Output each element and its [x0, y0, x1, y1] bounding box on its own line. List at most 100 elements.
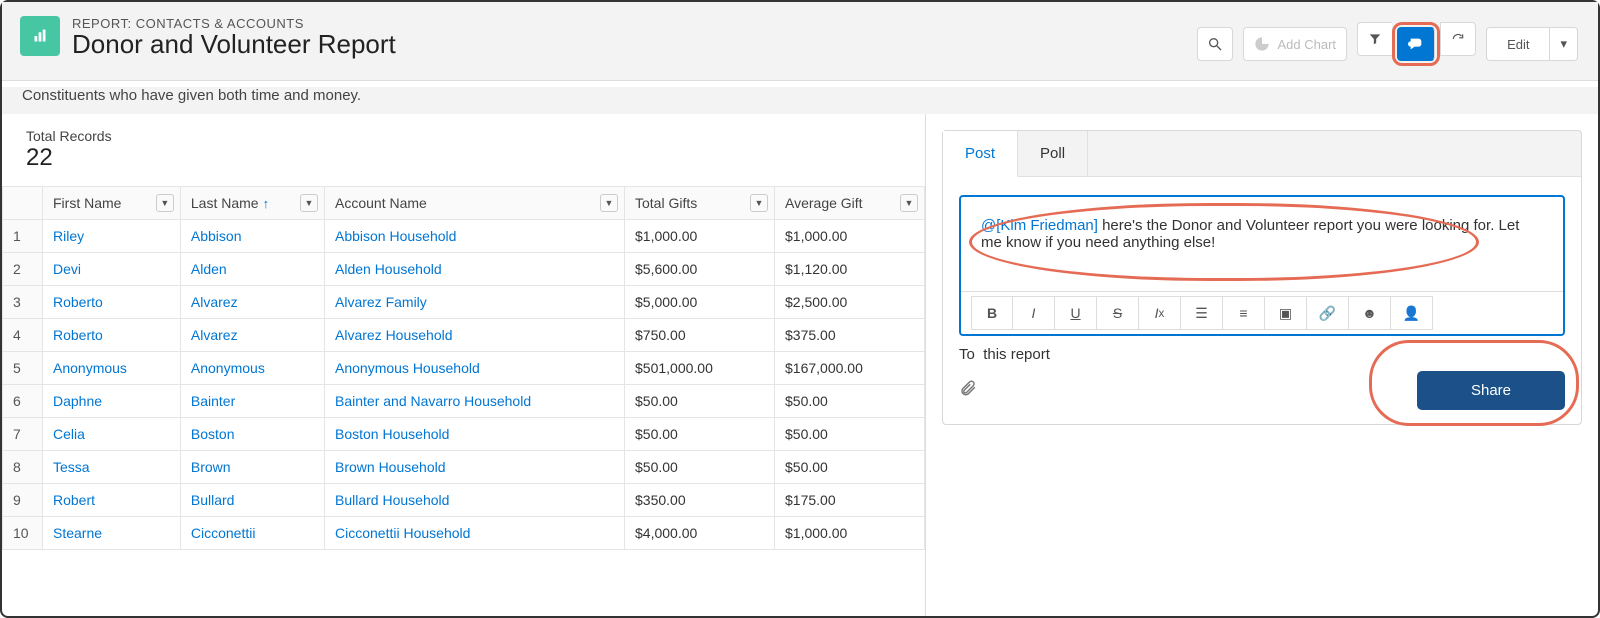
- last-name-cell[interactable]: Abbison: [180, 220, 324, 253]
- number-list-button[interactable]: ≡: [1223, 296, 1265, 330]
- chevron-down-icon[interactable]: ▼: [156, 194, 174, 212]
- first-name-cell[interactable]: Robert: [43, 484, 181, 517]
- account-cell[interactable]: Boston Household: [325, 418, 625, 451]
- average-gift-cell: $2,500.00: [775, 286, 925, 319]
- add-chart-button[interactable]: Add Chart: [1243, 27, 1348, 61]
- chevron-down-icon[interactable]: ▼: [900, 194, 918, 212]
- strike-button[interactable]: S: [1097, 296, 1139, 330]
- share-button[interactable]: Share: [1417, 371, 1565, 410]
- report-table: First Name▼ Last Name↑▼ Account Name▼ To…: [2, 186, 925, 550]
- report-subtitle: Constituents who have given both time an…: [22, 87, 1578, 104]
- editor-toolbar: B I U S Ix ☰ ≡ ▣ 🔗 ☻ 👤: [961, 291, 1563, 334]
- account-cell[interactable]: Alvarez Household: [325, 319, 625, 352]
- col-account-name[interactable]: Account Name▼: [325, 187, 625, 220]
- total-gifts-cell: $5,600.00: [625, 253, 775, 286]
- total-gifts-cell: $350.00: [625, 484, 775, 517]
- row-number: 2: [3, 253, 43, 286]
- tab-post[interactable]: Post: [943, 131, 1018, 177]
- col-total-gifts[interactable]: Total Gifts▼: [625, 187, 775, 220]
- average-gift-cell: $50.00: [775, 451, 925, 484]
- row-number: 9: [3, 484, 43, 517]
- table-row: 7CeliaBostonBoston Household$50.00$50.00: [3, 418, 925, 451]
- average-gift-cell: $175.00: [775, 484, 925, 517]
- total-gifts-cell: $1,000.00: [625, 220, 775, 253]
- account-cell[interactable]: Brown Household: [325, 451, 625, 484]
- account-cell[interactable]: Bullard Household: [325, 484, 625, 517]
- edit-button[interactable]: Edit: [1486, 27, 1549, 61]
- total-gifts-cell: $501,000.00: [625, 352, 775, 385]
- table-row: 6DaphneBainterBainter and Navarro Househ…: [3, 385, 925, 418]
- first-name-cell[interactable]: Celia: [43, 418, 181, 451]
- mention-button[interactable]: 👤: [1391, 296, 1433, 330]
- post-editor[interactable]: @[Kim Friedman] here's the Donor and Vol…: [961, 197, 1563, 291]
- chevron-down-icon[interactable]: ▼: [600, 194, 618, 212]
- table-row: 4RobertoAlvarezAlvarez Household$750.00$…: [3, 319, 925, 352]
- to-value[interactable]: this report: [983, 346, 1050, 363]
- account-cell[interactable]: Cicconettii Household: [325, 517, 625, 550]
- refresh-button[interactable]: [1440, 22, 1476, 56]
- filter-button[interactable]: [1357, 22, 1392, 56]
- first-name-cell[interactable]: Stearne: [43, 517, 181, 550]
- table-row: 3RobertoAlvarezAlvarez Family$5,000.00$2…: [3, 286, 925, 319]
- first-name-cell[interactable]: Daphne: [43, 385, 181, 418]
- bullet-list-button[interactable]: ☰: [1181, 296, 1223, 330]
- last-name-cell[interactable]: Brown: [180, 451, 324, 484]
- row-number-header[interactable]: [3, 187, 43, 220]
- attach-icon[interactable]: [959, 379, 977, 402]
- last-name-cell[interactable]: Alvarez: [180, 319, 324, 352]
- total-gifts-cell: $5,000.00: [625, 286, 775, 319]
- account-cell[interactable]: Bainter and Navarro Household: [325, 385, 625, 418]
- col-last-name[interactable]: Last Name↑▼: [180, 187, 324, 220]
- feed-panel: Post Poll @[Kim Friedman] here's the Don…: [942, 130, 1582, 425]
- first-name-cell[interactable]: Roberto: [43, 319, 181, 352]
- bold-button[interactable]: B: [971, 296, 1013, 330]
- link-button[interactable]: 🔗: [1307, 296, 1349, 330]
- account-cell[interactable]: Alvarez Family: [325, 286, 625, 319]
- average-gift-cell: $1,000.00: [775, 220, 925, 253]
- to-label: To: [959, 346, 975, 363]
- mention-chip[interactable]: @[Kim Friedman]: [981, 217, 1098, 234]
- account-cell[interactable]: Alden Household: [325, 253, 625, 286]
- total-gifts-cell: $4,000.00: [625, 517, 775, 550]
- average-gift-cell: $375.00: [775, 319, 925, 352]
- clear-format-button[interactable]: Ix: [1139, 296, 1181, 330]
- last-name-cell[interactable]: Bainter: [180, 385, 324, 418]
- last-name-cell[interactable]: Alden: [180, 253, 324, 286]
- table-row: 5AnonymousAnonymousAnonymous Household$5…: [3, 352, 925, 385]
- chevron-down-icon[interactable]: ▼: [750, 194, 768, 212]
- last-name-cell[interactable]: Cicconettii: [180, 517, 324, 550]
- last-name-cell[interactable]: Bullard: [180, 484, 324, 517]
- underline-button[interactable]: U: [1055, 296, 1097, 330]
- total-gifts-cell: $50.00: [625, 418, 775, 451]
- table-row: 2DeviAldenAlden Household$5,600.00$1,120…: [3, 253, 925, 286]
- first-name-cell[interactable]: Riley: [43, 220, 181, 253]
- first-name-cell[interactable]: Tessa: [43, 451, 181, 484]
- average-gift-cell: $50.00: [775, 418, 925, 451]
- col-average-gift[interactable]: Average Gift▼: [775, 187, 925, 220]
- last-name-cell[interactable]: Alvarez: [180, 286, 324, 319]
- search-button[interactable]: [1197, 27, 1233, 61]
- last-name-cell[interactable]: Boston: [180, 418, 324, 451]
- collaborate-highlight: [1392, 22, 1440, 66]
- italic-button[interactable]: I: [1013, 296, 1055, 330]
- emoji-button[interactable]: ☻: [1349, 296, 1391, 330]
- table-row: 8TessaBrownBrown Household$50.00$50.00: [3, 451, 925, 484]
- average-gift-cell: $50.00: [775, 385, 925, 418]
- last-name-cell[interactable]: Anonymous: [180, 352, 324, 385]
- edit-menu-button[interactable]: ▾: [1549, 27, 1578, 61]
- collaborate-button[interactable]: [1397, 27, 1435, 61]
- first-name-cell[interactable]: Devi: [43, 253, 181, 286]
- total-records-label: Total Records: [26, 128, 901, 144]
- col-first-name[interactable]: First Name▼: [43, 187, 181, 220]
- account-cell[interactable]: Abbison Household: [325, 220, 625, 253]
- row-number: 1: [3, 220, 43, 253]
- account-cell[interactable]: Anonymous Household: [325, 352, 625, 385]
- add-chart-label: Add Chart: [1278, 37, 1337, 52]
- first-name-cell[interactable]: Anonymous: [43, 352, 181, 385]
- row-number: 4: [3, 319, 43, 352]
- image-button[interactable]: ▣: [1265, 296, 1307, 330]
- total-records-value: 22: [26, 144, 901, 172]
- first-name-cell[interactable]: Roberto: [43, 286, 181, 319]
- tab-poll[interactable]: Poll: [1018, 131, 1088, 177]
- chevron-down-icon[interactable]: ▼: [300, 194, 318, 212]
